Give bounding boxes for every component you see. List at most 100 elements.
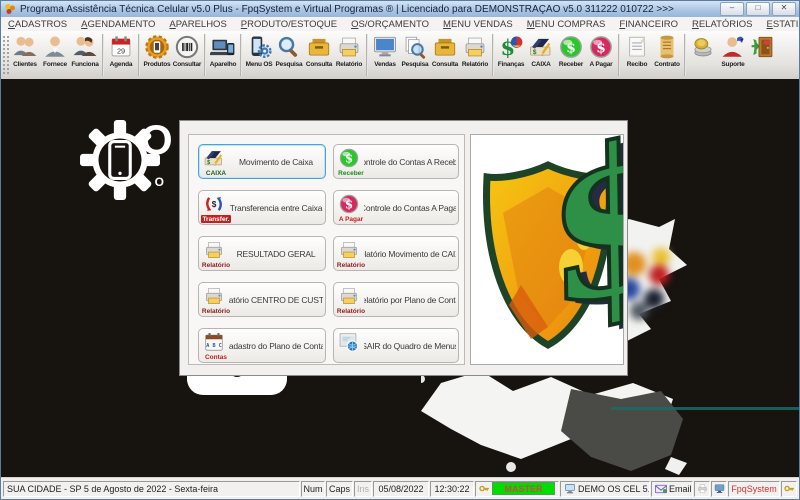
- toolbar-contrato-button[interactable]: Contrato: [652, 31, 682, 79]
- toolbar-consultar-button[interactable]: Consultar: [172, 31, 202, 79]
- toolbar-relatorio-button[interactable]: Relatório: [460, 31, 490, 79]
- receipt-icon: [624, 34, 650, 60]
- toolbar-separator: [102, 34, 104, 76]
- finance-menu-dialog: $ CAIXA Movimento de Caixa $ Transfer. Transf…: [179, 120, 628, 376]
- dialog-button-label: Controle do Contas A Receber: [364, 156, 456, 167]
- dialog-button-cadastro-do-plano-de-contas[interactable]: A B C ContasCadastro do Plano de Contas: [198, 328, 326, 363]
- book-pencil-icon: $: [528, 34, 554, 60]
- dialog-button-caption: Relatório: [336, 308, 366, 315]
- dialog-button-relatorio-por-plano-de-contas[interactable]: Relatório Relatório por Plano de Contas: [333, 282, 459, 317]
- toolbar-label: Pesquisa: [401, 61, 429, 68]
- toolbar-financas-button[interactable]: $ Finanças: [496, 31, 526, 79]
- sphere-pink-icon: $: [588, 34, 614, 60]
- toolbar-label: Suporte: [721, 61, 745, 68]
- dialog-button-resultado-geral[interactable]: Relatório RESULTADO GERAL: [198, 236, 326, 271]
- dialog-button-label: Relatório Movimento de CAIXA: [364, 248, 456, 259]
- toolbar-fornece-button[interactable]: Fornece: [40, 31, 70, 79]
- toolbar-pesquisa-button[interactable]: Pesquisa: [274, 31, 304, 79]
- toolbar-relatorio-button[interactable]: Relatório: [334, 31, 364, 79]
- status-printer[interactable]: [694, 480, 710, 497]
- sphere-green-icon: $: [338, 147, 362, 169]
- toolbar-coins-button[interactable]: [688, 31, 718, 79]
- status-key: [781, 480, 797, 497]
- toolbar-aparelho-button[interactable]: Aparelho: [208, 31, 238, 79]
- printer-icon: [203, 285, 227, 307]
- toolbar-exit-door-button[interactable]: [748, 31, 778, 79]
- main-area: O DO $ CAIXA Movimento de Caixa $ Transf…: [1, 79, 799, 479]
- dialog-button-relatorio-movimento-de-caixa[interactable]: Relatório Relatório Movimento de CAIXA: [333, 236, 459, 271]
- toolbar-receber-button[interactable]: $ Receber: [556, 31, 586, 79]
- maximize-button[interactable]: □: [746, 2, 770, 16]
- dialog-logo-panel: $ $: [470, 134, 624, 365]
- menu-item-cadastros[interactable]: CADASTROS: [1, 19, 74, 30]
- monitor-globe-icon: [338, 331, 362, 353]
- menu-item-os-orcamento[interactable]: OS/ORÇAMENTO: [344, 19, 436, 30]
- toolbar-label: Pesquisa: [275, 61, 303, 68]
- toolbar-label: Finanças: [497, 61, 525, 68]
- toolbar-pesquisa-button[interactable]: Pesquisa: [400, 31, 430, 79]
- toolbar-a-pagar-button[interactable]: $ A Pagar: [586, 31, 616, 79]
- svg-text:$: $: [566, 40, 576, 56]
- menu-item-produto-estoque[interactable]: PRODUTO/ESTOQUE: [234, 19, 344, 30]
- toolbar-label: Consulta: [305, 61, 333, 68]
- dialog-button-caption: A Pagar: [338, 216, 364, 223]
- toolbar-separator: [684, 34, 686, 76]
- menu-item-estatistica[interactable]: ESTATISTICA: [760, 19, 799, 30]
- svg-text:$: $: [533, 49, 537, 56]
- toolbar-clientes-button[interactable]: Clientes: [10, 31, 40, 79]
- monitor-icon: [565, 484, 575, 494]
- status-user: MASTER: [475, 480, 559, 497]
- menu-item-aparelhos[interactable]: APARELHOS: [162, 19, 233, 30]
- toolbar-consulta-button[interactable]: Consulta: [430, 31, 460, 79]
- printer-icon: [338, 285, 362, 307]
- support-icon: [720, 34, 746, 60]
- toolbar-vendas-button[interactable]: Vendas: [370, 31, 400, 79]
- dialog-button-movimento-de-caixa[interactable]: $ CAIXA Movimento de Caixa: [198, 144, 326, 179]
- dialog-button-controle-do-contas-a-receber[interactable]: $ ReceberControle do Contas A Receber: [333, 144, 459, 179]
- calendar-abc-icon: A B C: [203, 331, 227, 353]
- envelope-icon: [655, 484, 667, 493]
- exit-door-icon: [750, 34, 776, 60]
- menu-item-financeiro[interactable]: FINANCEIRO: [612, 19, 685, 30]
- toolbar-funciona-button[interactable]: Funciona: [70, 31, 100, 79]
- toolbar-label: Relatório: [335, 61, 363, 68]
- dialog-button-label: Controle do Contas A Pagar: [364, 202, 456, 213]
- dialog-button-relatorio-centro-de-custos[interactable]: Relatório Relatório CENTRO DE CUSTOS: [198, 282, 326, 317]
- gear-phone-icon: [144, 34, 170, 60]
- finance-icon: $: [498, 34, 524, 60]
- menu-item-menu-vendas[interactable]: MENU VENDAS: [436, 19, 520, 30]
- toolbar-label: Menu OS: [245, 61, 273, 68]
- toolbar-consulta-button[interactable]: Consulta: [304, 31, 334, 79]
- toolbar-suporte-button[interactable]: Suporte: [718, 31, 748, 79]
- toolbar-label: Receber: [558, 61, 584, 68]
- toolbar-caixa-button[interactable]: $ CAIXA: [526, 31, 556, 79]
- status-user-name: MASTER: [492, 482, 555, 495]
- toolbar-label: Agenda: [109, 61, 133, 68]
- dialog-button-caption: Receber: [338, 170, 364, 177]
- dialog-button-controle-do-contas-a-pagar[interactable]: $ A Pagar Controle do Contas A Pagar: [333, 190, 459, 225]
- coins-icon: [690, 34, 716, 60]
- toolbar-menu-os-button[interactable]: Menu OS: [244, 31, 274, 79]
- key-icon: [783, 485, 794, 492]
- dialog-button-sair-do-quadro-de-menus[interactable]: SAIR do Quadro de Menus: [333, 328, 459, 363]
- status-display[interactable]: [711, 480, 727, 497]
- toolbar-label: Recibo: [626, 61, 648, 68]
- toolbar-recibo-button[interactable]: Recibo: [622, 31, 652, 79]
- toolbar-produtos-button[interactable]: Produtos: [142, 31, 172, 79]
- dialog-button-caption: CAIXA: [205, 170, 227, 177]
- menu-item-relatorios[interactable]: RELATÓRIOS: [685, 19, 760, 30]
- close-button[interactable]: ✕: [772, 2, 796, 16]
- dialog-button-transferencia-entre-caixa[interactable]: $ Transfer. Transferencia entre Caixa: [198, 190, 326, 225]
- minimize-button[interactable]: –: [720, 2, 744, 16]
- status-email[interactable]: Email: [651, 480, 693, 497]
- menu-item-menu-compras[interactable]: MENU COMPRAS: [520, 19, 613, 30]
- svg-text:$: $: [596, 40, 606, 56]
- drawer-icon: [306, 34, 332, 60]
- toolbar-agenda-button[interactable]: 29 Agenda: [106, 31, 136, 79]
- toolbar-label: Consulta: [431, 61, 459, 68]
- printer-icon: [698, 484, 706, 493]
- barcode-icon: [174, 34, 200, 60]
- menu-item-agendamento[interactable]: AGENDAMENTO: [74, 19, 162, 30]
- toolbar-grip[interactable]: [2, 35, 9, 75]
- svg-text:$: $: [212, 200, 217, 209]
